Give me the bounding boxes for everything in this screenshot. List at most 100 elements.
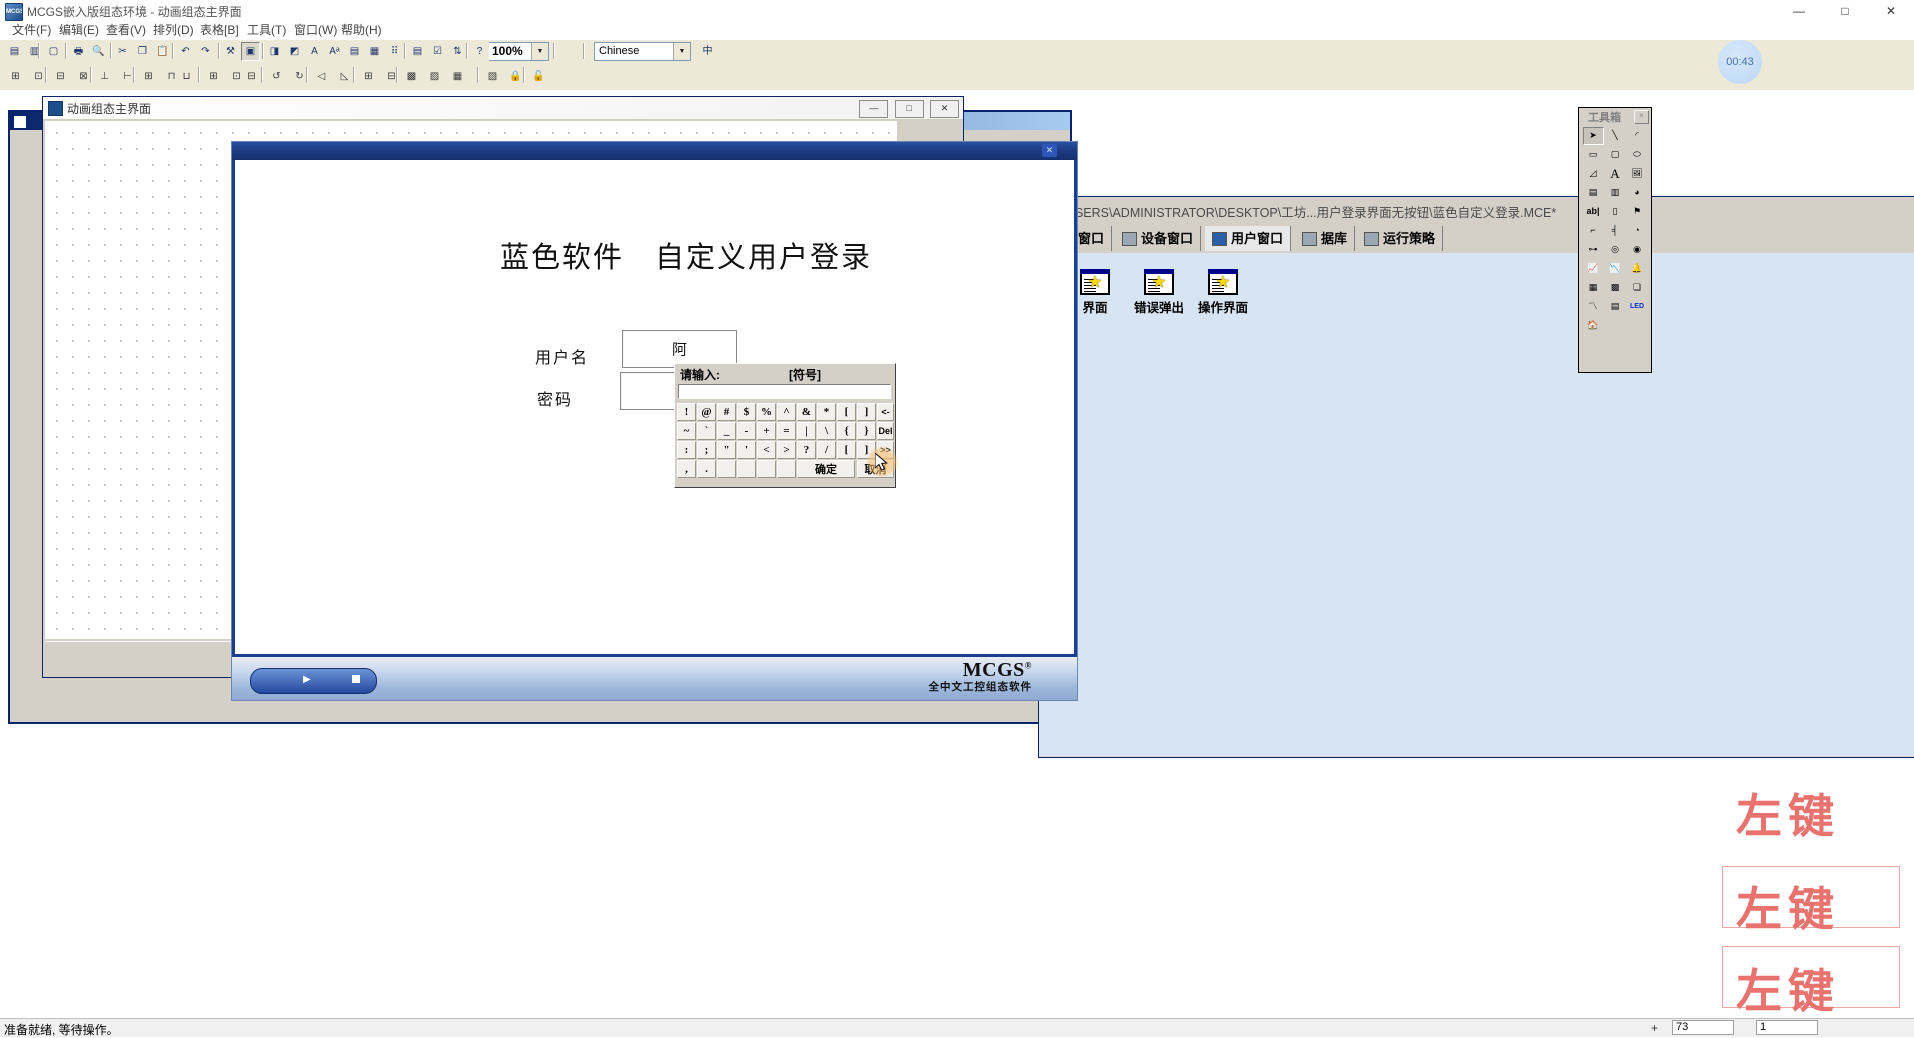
key-blank-4[interactable] xyxy=(777,460,796,478)
layer-up-icon[interactable]: ▦ xyxy=(447,66,468,86)
key-x[interactable]: + xyxy=(757,422,776,440)
rotate-left-icon[interactable]: ↺ xyxy=(266,66,287,86)
unlock-icon[interactable]: 🔓 xyxy=(528,66,549,86)
key-x[interactable]: @ xyxy=(697,403,716,421)
key-blank-3[interactable] xyxy=(757,460,776,478)
fill-color-icon[interactable]: ◨ xyxy=(265,42,284,61)
arc-tool[interactable]: ◜ xyxy=(1626,126,1648,145)
tab-run-strategy[interactable]: 运行策略 xyxy=(1357,226,1444,251)
save-icon[interactable]: ▢ xyxy=(44,42,63,61)
confirm-button[interactable]: 确定 xyxy=(797,460,855,478)
key-x[interactable]: * xyxy=(817,403,836,421)
language-combo[interactable]: Chinese ▼ xyxy=(594,42,691,61)
key-blank-2[interactable] xyxy=(737,460,756,478)
key-x[interactable]: } xyxy=(857,422,876,440)
key-blank-1[interactable] xyxy=(717,460,736,478)
toolbox-close-icon[interactable]: × xyxy=(1634,110,1649,124)
element-lib-tool[interactable]: ▥ xyxy=(1604,183,1626,202)
zoom-combo[interactable]: 100% ▼ xyxy=(487,42,549,61)
key-x[interactable]: : xyxy=(677,441,696,459)
level-tool[interactable]: ⌐ xyxy=(1582,221,1604,240)
window-minimize-button[interactable]: — xyxy=(1776,0,1822,22)
properties-icon[interactable]: ▤ xyxy=(408,42,427,61)
line-color-icon[interactable]: ◩ xyxy=(285,42,304,61)
help-pointer-icon[interactable]: ? xyxy=(470,42,489,61)
same-size-icon[interactable]: ⊞ xyxy=(138,66,159,86)
key-period[interactable]: . xyxy=(697,460,716,478)
mdi-minimize-button[interactable]: — xyxy=(859,100,889,118)
polygon-tool[interactable]: ◿ xyxy=(1582,164,1604,183)
key-x[interactable]: ~ xyxy=(677,422,696,440)
copy-icon[interactable]: ❐ xyxy=(133,42,152,61)
flip-v-icon[interactable]: ◺ xyxy=(334,66,355,86)
table-tool[interactable]: ▦ xyxy=(1582,278,1604,297)
line-tool[interactable]: ╲ xyxy=(1604,126,1626,145)
menu-help[interactable]: 帮助(H) xyxy=(333,22,390,39)
ime-icon[interactable]: 中 xyxy=(698,42,717,61)
text-tool[interactable]: A xyxy=(1604,164,1626,183)
align-top-icon[interactable]: ⊟ xyxy=(50,66,71,86)
cut-icon[interactable]: ✂ xyxy=(113,42,132,61)
key-x[interactable]: ` xyxy=(697,422,716,440)
check-icon[interactable]: ☑ xyxy=(428,42,447,61)
align-left-icon[interactable]: ⊞ xyxy=(5,66,26,86)
redo-icon[interactable]: ↷ xyxy=(196,42,215,61)
input-box-tool[interactable]: ab| xyxy=(1582,202,1604,221)
paste-icon[interactable]: 📋 xyxy=(153,42,172,61)
print-icon[interactable]: 🖶 xyxy=(69,42,88,61)
flip-h-icon[interactable]: ◁ xyxy=(311,66,332,86)
ellipse-tool[interactable]: ⬭ xyxy=(1626,145,1648,164)
select-arrow-tool[interactable]: ➤ xyxy=(1582,126,1604,145)
bar-tool[interactable]: ╡ xyxy=(1604,221,1626,240)
key-x[interactable]: { xyxy=(837,422,856,440)
key-x[interactable]: ! xyxy=(677,403,696,421)
runtime-control-pill[interactable]: ▶ xyxy=(250,668,377,694)
key-x[interactable]: [ xyxy=(837,403,856,421)
send-back-icon[interactable]: ▨ xyxy=(424,66,445,86)
switch-tool[interactable]: ⊶ xyxy=(1582,240,1604,259)
key-x[interactable]: ] xyxy=(857,403,876,421)
report-tool[interactable]: ▩ xyxy=(1604,278,1626,297)
key-x[interactable]: & xyxy=(797,403,816,421)
align-list-icon[interactable]: ▤ xyxy=(345,42,364,61)
window-maximize-button[interactable]: □ xyxy=(1822,0,1868,22)
same-height-icon[interactable]: ⊔ xyxy=(176,66,197,86)
user-window-item-operation[interactable]: ★ 操作界面 xyxy=(1185,269,1261,316)
key-x[interactable]: = xyxy=(777,422,796,440)
key-x[interactable]: ? xyxy=(797,441,816,459)
meter-tool[interactable]: ◎ xyxy=(1604,240,1626,259)
key-x[interactable]: \ xyxy=(817,422,836,440)
tab-user-window[interactable]: 用户窗口 xyxy=(1205,226,1292,251)
key-x[interactable]: ; xyxy=(697,441,716,459)
key-xx[interactable]: <- xyxy=(877,403,894,421)
grid-icon[interactable]: ⠿ xyxy=(385,42,404,61)
key-x[interactable]: - xyxy=(737,422,756,440)
key-x[interactable]: _ xyxy=(717,422,736,440)
tab-device-window[interactable]: 设备窗口 xyxy=(1115,226,1202,251)
realtime-curve-tool[interactable]: 📈 xyxy=(1582,259,1604,278)
stop-icon[interactable] xyxy=(352,675,360,683)
new-project-icon[interactable]: ▤ xyxy=(5,42,24,61)
group-icon[interactable]: ⊞ xyxy=(358,66,379,86)
led-tool[interactable]: LED xyxy=(1626,297,1648,316)
flag-tool[interactable]: ⚑ xyxy=(1626,202,1648,221)
insert-element-tool[interactable]: ▤ xyxy=(1582,183,1604,202)
window-close-button[interactable]: ✕ xyxy=(1868,0,1914,22)
chevron-down-icon[interactable]: ▼ xyxy=(673,43,690,60)
print-preview-icon[interactable]: 🔍 xyxy=(89,42,108,61)
ungroup-icon[interactable]: ⊟ xyxy=(381,66,402,86)
chevron-down-icon[interactable]: ▼ xyxy=(531,43,548,60)
alarm-tool[interactable]: 🔔 xyxy=(1626,259,1648,278)
bring-front-icon[interactable]: ▩ xyxy=(401,66,422,86)
window-props-icon[interactable]: ▣ xyxy=(241,42,260,61)
layer-down-icon[interactable]: ▧ xyxy=(482,66,503,86)
key-x[interactable]: ] xyxy=(857,441,876,459)
mdi-maximize-button[interactable]: □ xyxy=(894,100,924,118)
key-x[interactable]: # xyxy=(717,403,736,421)
key-x[interactable]: ^ xyxy=(777,403,796,421)
animation-tool[interactable]: 🏠 xyxy=(1582,316,1604,335)
tab-database[interactable]: 据库 xyxy=(1295,226,1356,251)
history-curve-tool[interactable]: 📉 xyxy=(1604,259,1626,278)
key-x[interactable]: % xyxy=(757,403,776,421)
text-bg-icon[interactable]: A xyxy=(305,42,324,61)
